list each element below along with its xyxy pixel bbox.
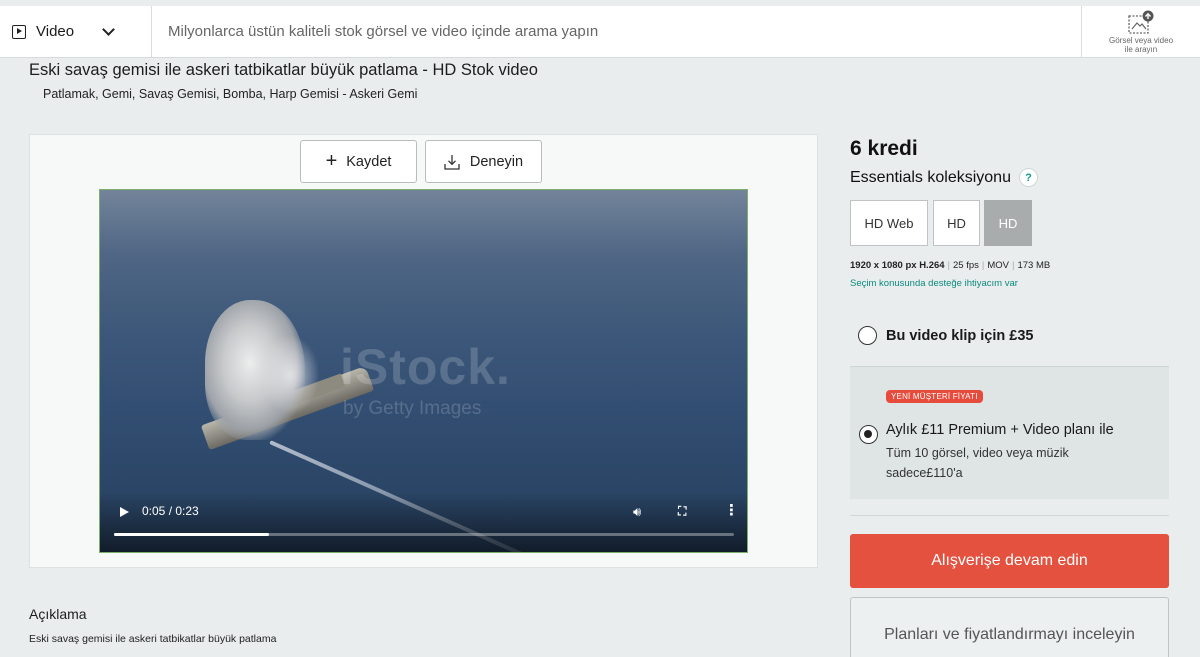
media-type-label: Video	[36, 23, 75, 40]
image-upload-icon	[1128, 10, 1154, 34]
description-heading: Açıklama	[29, 606, 87, 622]
divider	[850, 515, 1169, 516]
file-specs: 1920 x 1080 px H.264 | 25 fps | MOV | 173 MB	[850, 260, 1051, 271]
fullscreen-icon[interactable]: ⛶	[678, 504, 686, 519]
option-single-label: Bu video klip için £35	[886, 327, 1034, 344]
more-options-icon[interactable]: ⋮	[724, 501, 739, 519]
preview-panel: + Kaydet Deneyin iStock. by Getty Images…	[29, 134, 818, 568]
radio-plan[interactable]	[859, 425, 878, 444]
keywords-list[interactable]: Patlamak, Gemi, Savaş Gemisi, Bomba, Har…	[43, 87, 417, 101]
video-progress-bar[interactable]	[114, 533, 734, 536]
watermark-sub: by Getty Images	[343, 398, 482, 419]
video-icon	[12, 24, 26, 39]
plan-option-desc: Tüm 10 görsel, video veya müzik sadece£1…	[886, 446, 1069, 480]
spec-resolution: 1920 x 1080 px H.264	[850, 260, 945, 271]
help-icon[interactable]: ?	[1018, 168, 1038, 187]
collection-label: Essentials koleksiyonu ?	[850, 168, 1038, 187]
play-icon[interactable]	[120, 507, 129, 517]
size-option-hd-web[interactable]: HD Web	[850, 200, 928, 246]
video-controls	[100, 492, 747, 552]
watermark: iStock.	[340, 339, 511, 395]
video-player[interactable]: iStock. by Getty Images 0:05 / 0:23 🔊︎ ⛶…	[99, 189, 748, 553]
plan-option-box[interactable]: YENİ MÜŞTERİ FİYATI Aylık £11 Premium + …	[850, 366, 1169, 499]
size-option-hd-selected[interactable]: HD	[984, 200, 1032, 246]
support-link[interactable]: Seçim konusunda desteğe ihtiyacım var	[850, 278, 1018, 289]
new-customer-badge: YENİ MÜŞTERİ FİYATI	[886, 390, 983, 403]
media-type-dropdown[interactable]: Video	[0, 6, 152, 57]
collection-name: Essentials koleksiyonu	[850, 168, 1011, 186]
description-text: Eski savaş gemisi ile askeri tatbikatlar…	[29, 633, 277, 645]
plan-option-title: Aylık £11 Premium + Video planı ile	[886, 422, 1114, 438]
save-button[interactable]: + Kaydet	[300, 140, 417, 183]
radio-single[interactable]	[858, 326, 877, 345]
try-label: Deneyin	[469, 153, 524, 170]
search-input[interactable]	[152, 6, 1081, 57]
continue-shopping-button[interactable]: Alışverişe devam edin	[850, 534, 1169, 588]
visual-search-button[interactable]: Görsel veya video ile arayın	[1081, 6, 1200, 57]
volume-icon[interactable]: 🔊︎	[633, 504, 641, 520]
option-single-purchase[interactable]: Bu video klip için £35	[858, 326, 1033, 345]
spec-format: MOV	[987, 260, 1010, 271]
plus-icon: +	[325, 150, 338, 172]
video-progress-fill	[114, 533, 269, 536]
spec-fps: 25 fps	[953, 260, 979, 271]
explosion-spray	[260, 335, 320, 415]
video-time: 0:05 / 0:23	[142, 504, 199, 518]
credits-price: 6 kredi	[850, 137, 918, 160]
try-button[interactable]: Deneyin	[425, 140, 542, 183]
download-icon	[444, 154, 460, 170]
view-plans-button[interactable]: Planları ve fiyatlandırmayı inceleyin	[850, 597, 1169, 657]
page-title: Eski savaş gemisi ile askeri tatbikatlar…	[29, 61, 538, 79]
save-label: Kaydet	[346, 153, 392, 170]
search-bar: Video Görsel veya video ile arayın	[0, 6, 1200, 58]
size-option-hd[interactable]: HD	[933, 200, 980, 246]
spec-filesize: 173 MB	[1017, 260, 1051, 271]
chevron-down-icon	[102, 22, 115, 36]
visual-search-label: Görsel veya video ile arayın	[1108, 35, 1174, 54]
